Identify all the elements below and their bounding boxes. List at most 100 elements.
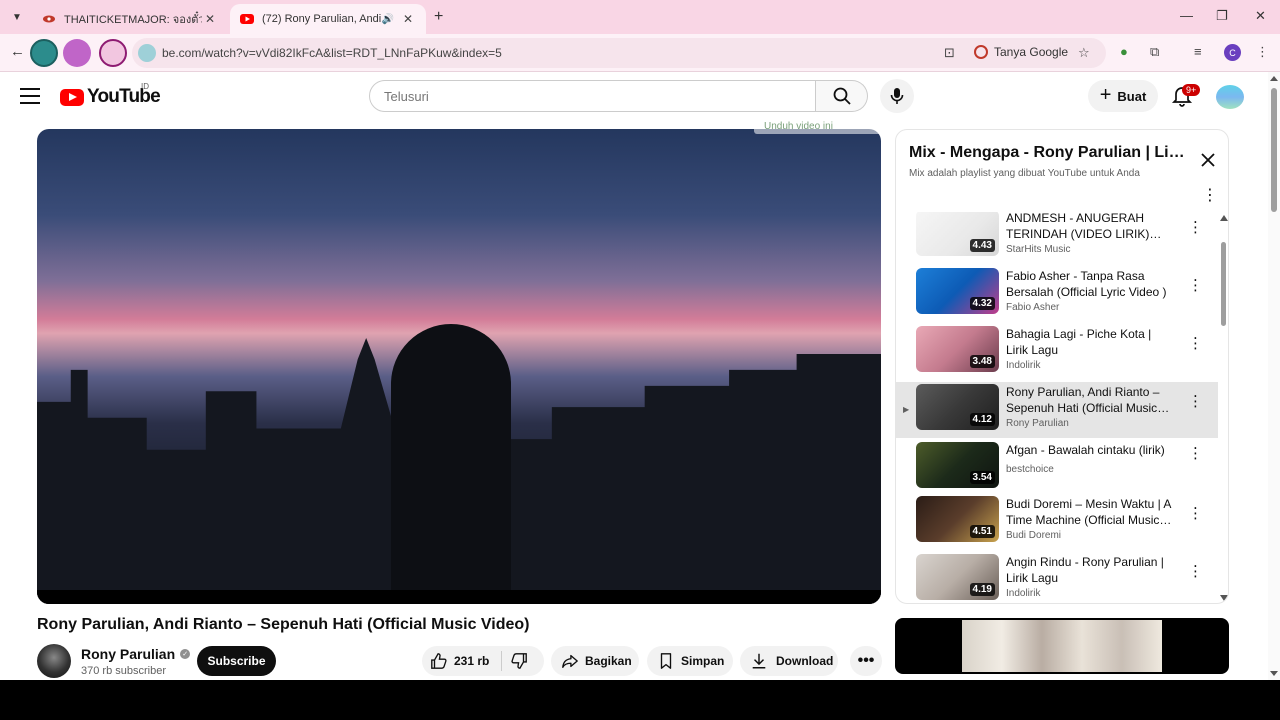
minimize-button[interactable]: — <box>1180 8 1193 23</box>
playlist-items[interactable]: 4.43 ANDMESH - ANUGERAH TERINDAH (VIDEO … <box>896 212 1218 603</box>
window-close-button[interactable]: ✕ <box>1255 8 1266 24</box>
item-more-icon[interactable]: ⋮ <box>1188 446 1203 461</box>
like-button[interactable]: 231 rb <box>422 652 489 670</box>
taskbar <box>0 680 1280 720</box>
youtube-page: YouTube ID + Buat 9+ Unduh video ini Ron… <box>0 72 1280 680</box>
video-thumbnail[interactable]: 4.12 <box>916 384 999 430</box>
back-arrow-icon[interactable]: ← <box>10 43 25 60</box>
scroll-down-arrow-icon[interactable] <box>1220 595 1228 601</box>
search-input[interactable] <box>370 81 815 111</box>
bookmark-icon <box>660 653 672 669</box>
share-button[interactable]: Bagikan <box>551 646 639 676</box>
item-title[interactable]: Afgan - Bawalah cintaku (lirik) <box>1006 442 1176 458</box>
scroll-down-arrow-icon[interactable] <box>1270 671 1278 676</box>
list-item[interactable]: 4.51 Budi Doremi – Mesin Waktu | A Time … <box>896 494 1218 550</box>
ask-google-button[interactable]: Tanya Google <box>974 45 1068 59</box>
page-scrollbar[interactable] <box>1268 72 1280 680</box>
plus-icon: + <box>1099 83 1112 106</box>
save-label: Simpan <box>681 654 725 668</box>
item-more-icon[interactable]: ⋮ <box>1188 336 1203 351</box>
promo-banner[interactable] <box>895 618 1229 674</box>
video-player[interactable] <box>37 129 881 604</box>
scrollbar-thumb[interactable] <box>1271 88 1277 212</box>
tab-search-chevron-icon[interactable]: ▼ <box>6 6 28 28</box>
list-item[interactable]: 4.19 Angin Rindu - Rony Parulian | Lirik… <box>896 552 1218 603</box>
download-button[interactable]: Download <box>740 646 838 676</box>
list-item[interactable]: 3.48 Bahagia Lagi - Piche Kota | Lirik L… <box>896 324 1218 380</box>
item-channel: Indolirik <box>1006 588 1041 599</box>
extension-globe-icon[interactable]: ● <box>1120 44 1128 59</box>
player-controls-bar[interactable] <box>37 590 881 604</box>
browser-tab-bar: ▼ THAITICKETMAJOR: จองตั๋ว ขายบั ✕ (72) … <box>0 0 1280 34</box>
bookmark-star-icon[interactable]: ☆ <box>1078 45 1090 61</box>
scroll-up-arrow-icon[interactable] <box>1270 76 1278 81</box>
scrollbar-thumb[interactable] <box>1221 242 1226 326</box>
video-thumbnail[interactable]: 3.54 <box>916 442 999 488</box>
extensions-puzzle-icon[interactable]: ⧉ <box>1150 44 1159 60</box>
browser-tab-thaiticketmajor[interactable]: THAITICKETMAJOR: จองตั๋ว ขายบั ✕ <box>32 4 228 34</box>
create-button[interactable]: + Buat <box>1088 80 1158 112</box>
maximize-button[interactable]: ❐ <box>1216 8 1228 24</box>
duration-badge: 4.43 <box>969 239 995 252</box>
download-video-hint[interactable]: Unduh video ini <box>754 120 882 134</box>
extension-icon[interactable] <box>99 39 127 67</box>
address-bar[interactable]: be.com/watch?v=vVdi82IkFcA&list=RDT_LNnF… <box>132 38 1106 68</box>
item-more-icon[interactable]: ⋮ <box>1188 506 1203 521</box>
thumbs-down-icon[interactable] <box>510 652 528 670</box>
video-thumbnail[interactable]: 4.43 <box>916 212 999 256</box>
item-title[interactable]: Bahagia Lagi - Piche Kota | Lirik Lagu <box>1006 326 1176 358</box>
item-more-icon[interactable]: ⋮ <box>1188 278 1203 293</box>
playlist-scrollbar[interactable] <box>1219 212 1228 603</box>
video-thumbnail[interactable]: 4.32 <box>916 268 999 314</box>
list-item[interactable]: 3.54 Afgan - Bawalah cintaku (lirik) bes… <box>896 440 1218 496</box>
extension-icon[interactable] <box>138 44 156 62</box>
tab-close-icon[interactable]: ✕ <box>202 12 218 26</box>
youtube-logo[interactable]: YouTube ID <box>60 82 161 108</box>
extension-icon[interactable] <box>30 39 58 67</box>
playlist-title[interactable]: Mix - Mengapa - Rony Parulian | Lirik La… <box>909 144 1189 162</box>
close-icon[interactable] <box>1198 150 1218 170</box>
item-title[interactable]: Rony Parulian, Andi Rianto – Sepenuh Hat… <box>1006 384 1176 416</box>
channel-name-row[interactable]: Rony Parulian ✓ <box>81 646 191 662</box>
more-actions-button[interactable]: ••• <box>850 646 882 676</box>
list-item[interactable]: 4.43 ANDMESH - ANUGERAH TERINDAH (VIDEO … <box>896 212 1218 264</box>
tab-close-icon[interactable]: ✕ <box>400 12 416 26</box>
url-text[interactable]: be.com/watch?v=vVdi82IkFcA&list=RDT_LNnF… <box>162 46 502 60</box>
item-more-icon[interactable]: ⋮ <box>1188 564 1203 579</box>
duration-badge: 4.32 <box>969 297 995 310</box>
item-title[interactable]: Fabio Asher - Tanpa Rasa Bersalah (Offic… <box>1006 268 1176 300</box>
extension-icon[interactable] <box>63 39 91 67</box>
video-thumbnail[interactable]: 4.19 <box>916 554 999 600</box>
voice-search-button[interactable] <box>880 79 914 113</box>
video-thumbnail[interactable]: 4.51 <box>916 496 999 542</box>
media-controls-icon[interactable]: ≡ <box>1194 44 1202 59</box>
list-item[interactable]: 4.32 Fabio Asher - Tanpa Rasa Bersalah (… <box>896 266 1218 322</box>
new-tab-button[interactable]: + <box>434 8 443 26</box>
channel-name[interactable]: Rony Parulian <box>81 646 175 662</box>
list-item-now-playing[interactable]: ▶ 4.12 Rony Parulian, Andi Rianto – Sepe… <box>896 382 1218 438</box>
mic-icon <box>890 88 904 104</box>
profile-avatar[interactable]: C <box>1224 44 1241 61</box>
channel-avatar[interactable] <box>37 644 71 678</box>
install-app-icon[interactable]: ⊡ <box>944 45 955 61</box>
item-title[interactable]: Budi Doremi – Mesin Waktu | A Time Machi… <box>1006 496 1176 528</box>
playlist-menu-icon[interactable]: ⋮ <box>1202 188 1218 204</box>
item-title[interactable]: ANDMESH - ANUGERAH TERINDAH (VIDEO LIRIK… <box>1006 212 1176 242</box>
subscribe-button[interactable]: Subscribe <box>197 646 276 676</box>
search-button[interactable] <box>816 80 868 112</box>
scroll-up-arrow-icon[interactable] <box>1220 215 1228 221</box>
playlist-subtitle: Mix adalah playlist yang dibuat YouTube … <box>909 168 1140 179</box>
subscriber-count: 370 rb subscriber <box>81 665 166 677</box>
item-more-icon[interactable]: ⋮ <box>1188 394 1203 409</box>
browser-menu-icon[interactable]: ⋮ <box>1256 44 1269 60</box>
speaker-icon[interactable]: 🔊 <box>382 14 394 25</box>
item-channel: StarHits Music <box>1006 244 1071 255</box>
hamburger-icon[interactable] <box>20 88 40 104</box>
save-button[interactable]: Simpan <box>647 646 733 676</box>
item-channel: Budi Doremi <box>1006 530 1062 541</box>
item-title[interactable]: Angin Rindu - Rony Parulian | Lirik Lagu <box>1006 554 1176 586</box>
browser-tab-youtube[interactable]: (72) Rony Parulian, Andi Rianto 🔊 ✕ <box>230 4 426 34</box>
video-thumbnail[interactable]: 3.48 <box>916 326 999 372</box>
item-more-icon[interactable]: ⋮ <box>1188 220 1203 235</box>
account-avatar[interactable] <box>1216 85 1244 109</box>
